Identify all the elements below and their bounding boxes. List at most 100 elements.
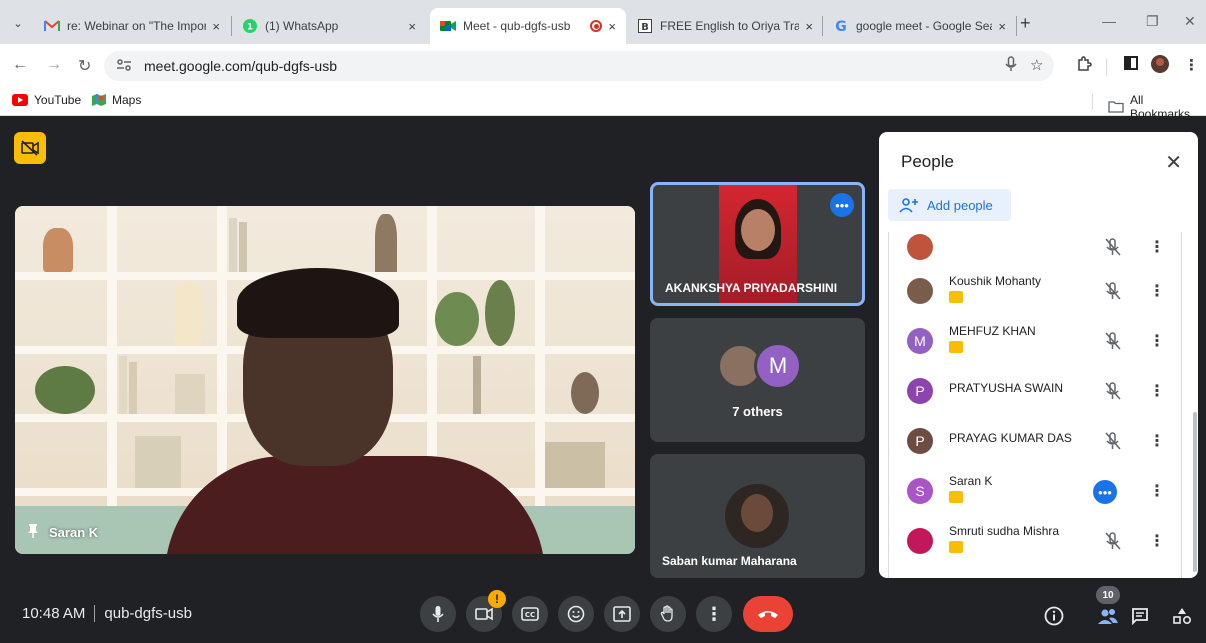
camera-off-badge-icon xyxy=(949,291,963,303)
bookmark-star-icon[interactable]: ☆ xyxy=(1030,56,1043,74)
window-close-icon[interactable]: ✕ xyxy=(1184,13,1196,30)
present-screen-button[interactable] xyxy=(604,596,640,632)
tab-close-icon[interactable]: × xyxy=(212,19,220,34)
tab-search-chevron-icon[interactable]: ⌄ xyxy=(8,13,28,33)
participant-row[interactable]: Koushik Mohanty ⋮ xyxy=(889,264,1181,316)
captions-button[interactable]: CC xyxy=(512,596,548,632)
add-people-button[interactable]: Add people xyxy=(888,189,1011,221)
tab-close-icon[interactable]: × xyxy=(408,19,416,34)
tab-close-icon[interactable]: × xyxy=(608,19,616,34)
plant xyxy=(435,292,479,346)
tab-title: FREE English to Oriya Transl xyxy=(660,19,800,33)
more-options-icon[interactable]: ⋮ xyxy=(1149,531,1165,551)
forward-arrow-icon[interactable]: → xyxy=(46,56,62,74)
new-tab-button[interactable]: + xyxy=(1020,13,1031,34)
scrollbar[interactable] xyxy=(1193,412,1197,572)
participant-count-badge: 10 xyxy=(1096,586,1120,604)
tab-translator[interactable]: B FREE English to Oriya Transl × xyxy=(627,8,823,44)
tab-gmail[interactable]: re: Webinar on "The Import × xyxy=(34,8,230,44)
more-options-icon[interactable]: ••• xyxy=(830,193,854,217)
minimize-icon[interactable]: — xyxy=(1102,13,1116,29)
participant-name: AKANKSHYA PRIYADARSHINI xyxy=(665,281,838,295)
tab-close-icon[interactable]: × xyxy=(805,19,813,34)
camera-button[interactable]: ! xyxy=(466,590,506,632)
microphone-muted-icon[interactable] xyxy=(1102,236,1124,258)
participant-row[interactable]: Smruti sudha Mishra ⋮ xyxy=(889,514,1181,566)
bookmarks-divider xyxy=(1092,94,1093,110)
more-options-icon[interactable]: ⋮ xyxy=(1149,481,1165,501)
microphone-button[interactable] xyxy=(420,596,456,632)
translate-icon: B xyxy=(637,18,653,34)
main-video-tile[interactable]: Saran K xyxy=(15,206,635,554)
avatar: P xyxy=(907,378,933,404)
activities-icon[interactable] xyxy=(1170,604,1194,628)
browser-menu-icon[interactable]: ⋮ xyxy=(1184,56,1199,74)
more-options-icon[interactable]: ⋮ xyxy=(696,596,732,632)
profile-avatar[interactable] xyxy=(1150,54,1170,78)
close-icon[interactable]: ✕ xyxy=(1165,150,1182,175)
speaking-indicator-icon[interactable]: ••• xyxy=(1093,480,1117,504)
meet-control-bar: 10:48 AM qub-dgfs-usb ! CC ⋮ 10 xyxy=(0,586,1206,643)
google-icon: G xyxy=(833,18,849,34)
emoji-reaction-button[interactable] xyxy=(558,596,594,632)
svg-text:B: B xyxy=(641,22,649,33)
participant-tile-others[interactable]: M 7 others xyxy=(650,318,865,442)
participant-row[interactable]: P PRATYUSHA SWAIN ⋮ xyxy=(889,364,1181,416)
participant-name: Smruti sudha Mishra xyxy=(949,524,1060,538)
more-options-icon[interactable]: ⋮ xyxy=(1149,281,1165,301)
folder-icon xyxy=(1108,101,1124,113)
plant xyxy=(35,366,95,414)
microphone-muted-icon[interactable] xyxy=(1102,330,1124,352)
microphone-muted-icon[interactable] xyxy=(1102,530,1124,552)
microphone-permission-icon[interactable] xyxy=(1004,56,1018,76)
tab-title: re: Webinar on "The Import xyxy=(67,19,207,33)
bookmarks-bar: YouTube Maps All Bookmarks xyxy=(0,88,1206,121)
address-bar[interactable]: meet.google.com/qub-dgfs-usb xyxy=(104,51,1054,81)
svg-text:1: 1 xyxy=(247,23,253,33)
chat-icon[interactable] xyxy=(1128,604,1152,628)
gmail-icon xyxy=(44,18,60,34)
leave-call-button[interactable] xyxy=(743,596,793,632)
participant-tile[interactable]: Saban kumar Maharana xyxy=(650,454,865,578)
raise-hand-button[interactable] xyxy=(650,596,686,632)
plant xyxy=(485,280,515,346)
participant-name: Saran K xyxy=(49,525,99,540)
stone-stack xyxy=(135,436,181,488)
tab-close-icon[interactable]: × xyxy=(998,19,1006,34)
people-icon[interactable] xyxy=(1096,604,1120,628)
bookmark-maps[interactable]: Maps xyxy=(92,93,141,107)
pin-icon[interactable] xyxy=(27,523,39,542)
vase xyxy=(375,214,397,272)
side-panel-icon[interactable] xyxy=(1124,56,1138,74)
tab-whatsapp[interactable]: 1 (1) WhatsApp × xyxy=(232,8,426,44)
participant-list[interactable]: ⋮ Koushik Mohanty ⋮ M MEHFUZ KHAN ⋮ P PRATYUSHA… xyxy=(888,232,1182,578)
microphone-muted-icon[interactable] xyxy=(1102,280,1124,302)
person-face xyxy=(741,209,775,251)
back-arrow-icon[interactable]: ← xyxy=(12,56,28,74)
svg-text:G: G xyxy=(835,19,847,33)
extensions-icon[interactable] xyxy=(1076,56,1092,76)
microphone-muted-icon[interactable] xyxy=(1102,430,1124,452)
more-options-icon[interactable]: ⋮ xyxy=(1149,331,1165,351)
microphone-muted-icon[interactable] xyxy=(1102,380,1124,402)
tab-google-meet[interactable]: Meet - qub-dgfs-usb × xyxy=(430,8,626,44)
meeting-details-icon[interactable] xyxy=(1042,604,1066,628)
participant-row[interactable]: M MEHFUZ KHAN ⋮ xyxy=(889,314,1181,366)
meeting-code: qub-dgfs-usb xyxy=(104,605,192,622)
more-options-icon[interactable]: ⋮ xyxy=(1149,381,1165,401)
participant-name: Koushik Mohanty xyxy=(949,274,1042,288)
panel-title: People xyxy=(901,152,954,171)
youtube-icon xyxy=(12,94,28,106)
more-options-icon[interactable]: ⋮ xyxy=(1149,431,1165,451)
participant-row[interactable]: P PRAYAG KUMAR DAS ⋮ xyxy=(889,414,1181,466)
participant-row[interactable]: S Saran K ••• ⋮ xyxy=(889,464,1181,516)
bookmark-youtube[interactable]: YouTube xyxy=(12,93,81,107)
site-info-icon[interactable] xyxy=(116,58,134,74)
tab-google-search[interactable]: G google meet - Google Sear × xyxy=(823,8,1016,44)
participant-tile-speaker[interactable]: ••• AKANKSHYA PRIYADARSHINI xyxy=(650,182,865,306)
camera-alert-badge: ! xyxy=(488,590,506,608)
restore-icon[interactable]: ❐ xyxy=(1146,13,1159,30)
camera-off-indicator-icon[interactable] xyxy=(14,132,46,164)
reload-icon[interactable]: ↻ xyxy=(78,56,91,76)
more-options-icon[interactable]: ⋮ xyxy=(1149,237,1165,257)
